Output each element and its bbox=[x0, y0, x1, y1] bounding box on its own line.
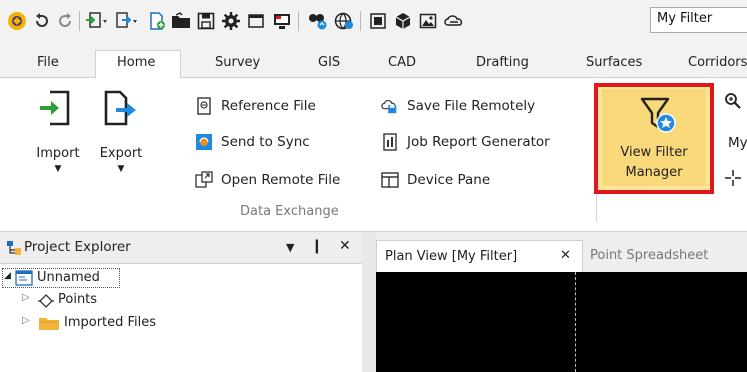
monitor-icon[interactable] bbox=[270, 10, 294, 32]
device-pane-icon bbox=[381, 171, 399, 189]
reference-file-icon bbox=[195, 97, 213, 115]
export-label: Export bbox=[99, 146, 143, 161]
filter-name-partial-label: My bbox=[728, 135, 747, 151]
save-file-remotely-label: Save File Remotely bbox=[407, 98, 536, 114]
tab-plan-view-label: Plan View [My Filter] bbox=[385, 249, 518, 264]
tab-corridors[interactable]: Corridors bbox=[688, 55, 747, 70]
plan-view-crosshair-line bbox=[575, 272, 576, 372]
expand-arrow-icon[interactable]: ▷ bbox=[22, 315, 30, 326]
project-explorer-header: Project Explorer ▼ ❙ ✕ bbox=[0, 232, 362, 264]
points-icon bbox=[38, 294, 54, 308]
tab-cad[interactable]: CAD bbox=[388, 55, 416, 70]
send-to-sync-icon bbox=[195, 133, 213, 151]
zoom-icon[interactable] bbox=[724, 92, 744, 112]
job-report-generator-button[interactable]: Job Report Generator bbox=[381, 131, 550, 153]
settings-gear-icon[interactable] bbox=[220, 10, 242, 32]
toolbar-separator bbox=[79, 11, 80, 31]
tree-node-imported-files[interactable]: ▷ Imported Files bbox=[0, 312, 220, 334]
reference-file-label: Reference File bbox=[221, 98, 316, 114]
globe-icon[interactable] bbox=[333, 10, 355, 32]
active-filter-combobox[interactable]: My Filter bbox=[650, 7, 747, 33]
cloud-link-icon[interactable] bbox=[442, 10, 466, 32]
filter-funnel-icon bbox=[640, 97, 676, 133]
app-logo-icon[interactable] bbox=[6, 10, 28, 32]
tab-file[interactable]: File bbox=[37, 55, 59, 70]
import-label: Import bbox=[36, 146, 80, 161]
project-tree: ◢ Unnamed ▷ Points ▷ Imported Files bbox=[0, 264, 362, 372]
device-pane-button[interactable]: Device Pane bbox=[381, 169, 490, 191]
window-icon[interactable] bbox=[245, 10, 267, 32]
new-file-icon[interactable] bbox=[146, 10, 168, 32]
pin-pane-icon[interactable]: ❙ bbox=[311, 238, 323, 254]
plan-view-canvas[interactable] bbox=[376, 272, 747, 372]
export-icon bbox=[104, 90, 136, 126]
save-file-remotely-icon bbox=[381, 97, 399, 115]
tree-node-root[interactable]: ◢ Unnamed bbox=[2, 268, 120, 288]
save-icon[interactable] bbox=[195, 10, 217, 32]
tab-point-spreadsheet[interactable]: Point Spreadsheet bbox=[590, 248, 708, 263]
qat-export-icon[interactable] bbox=[114, 10, 140, 32]
import-button[interactable]: Import ▼ bbox=[28, 84, 88, 190]
folder-icon bbox=[39, 318, 59, 330]
reference-file-button[interactable]: Reference File bbox=[195, 95, 316, 117]
job-report-generator-label: Job Report Generator bbox=[407, 134, 550, 150]
import-icon bbox=[40, 90, 70, 126]
toolbar-separator bbox=[298, 11, 299, 31]
project-explorer-title: Project Explorer bbox=[24, 239, 131, 255]
tree-root-label: Unnamed bbox=[37, 270, 100, 285]
tree-points-label: Points bbox=[58, 292, 98, 307]
open-remote-file-icon bbox=[195, 171, 213, 189]
import-dropdown-arrow-icon: ▼ bbox=[54, 164, 62, 174]
ribbon-panel: Import ▼ Export ▼ Reference File Send to… bbox=[0, 78, 747, 232]
export-dropdown-arrow-icon: ▼ bbox=[117, 164, 125, 174]
open-folder-icon[interactable] bbox=[170, 10, 192, 32]
send-to-sync-label: Send to Sync bbox=[221, 134, 310, 150]
cube-3d-icon[interactable] bbox=[392, 10, 414, 32]
view-filter-manager-label-line1: View Filter bbox=[620, 145, 688, 160]
qat-import-icon[interactable] bbox=[84, 10, 110, 32]
open-remote-file-button[interactable]: Open Remote File bbox=[195, 169, 340, 191]
document-tab-bar: Plan View [My Filter] ✕ Point Spreadshee… bbox=[376, 232, 747, 272]
data-exchange-group-label: Data Exchange bbox=[240, 204, 339, 219]
image-icon[interactable] bbox=[417, 10, 439, 32]
crosshair-icon[interactable] bbox=[724, 169, 744, 189]
tab-drafting[interactable]: Drafting bbox=[476, 55, 529, 70]
collapse-arrow-icon[interactable]: ◢ bbox=[4, 271, 11, 281]
close-pane-icon[interactable]: ✕ bbox=[339, 238, 351, 254]
save-file-remotely-button[interactable]: Save File Remotely bbox=[381, 95, 535, 117]
tab-plan-view[interactable]: Plan View [My Filter] ✕ bbox=[376, 240, 583, 272]
ribbon-tab-bar: File Home Survey GIS CAD Drafting Surfac… bbox=[0, 42, 747, 79]
view-filter-manager-button[interactable]: View Filter Manager bbox=[594, 83, 714, 194]
tree-imported-files-label: Imported Files bbox=[64, 315, 157, 330]
project-node-icon bbox=[15, 270, 33, 286]
send-to-sync-button[interactable]: Send to Sync bbox=[195, 131, 310, 153]
export-button[interactable]: Export ▼ bbox=[86, 84, 156, 190]
pane-splitter[interactable] bbox=[362, 232, 376, 372]
quick-access-toolbar: My Filter bbox=[0, 0, 747, 42]
device-pane-label: Device Pane bbox=[407, 172, 491, 188]
layout-icon[interactable] bbox=[367, 10, 389, 32]
expand-arrow-icon[interactable]: ▷ bbox=[22, 292, 30, 303]
job-report-generator-icon bbox=[381, 133, 399, 151]
sync-users-icon[interactable] bbox=[305, 10, 329, 32]
toolbar-separator bbox=[360, 11, 361, 31]
tree-node-points[interactable]: ▷ Points bbox=[0, 290, 200, 310]
redo-icon[interactable] bbox=[55, 10, 75, 32]
undo-icon[interactable] bbox=[32, 10, 52, 32]
tab-surfaces[interactable]: Surfaces bbox=[586, 55, 642, 70]
tab-survey[interactable]: Survey bbox=[215, 55, 260, 70]
open-remote-file-label: Open Remote File bbox=[221, 172, 341, 188]
tab-home[interactable]: Home bbox=[117, 55, 155, 70]
tab-gis[interactable]: GIS bbox=[318, 55, 340, 70]
close-tab-icon[interactable]: ✕ bbox=[560, 248, 571, 263]
pane-menu-dropdown-icon[interactable]: ▼ bbox=[286, 241, 294, 254]
project-explorer-icon bbox=[7, 241, 21, 255]
view-filter-manager-label-line2: Manager bbox=[625, 165, 683, 180]
